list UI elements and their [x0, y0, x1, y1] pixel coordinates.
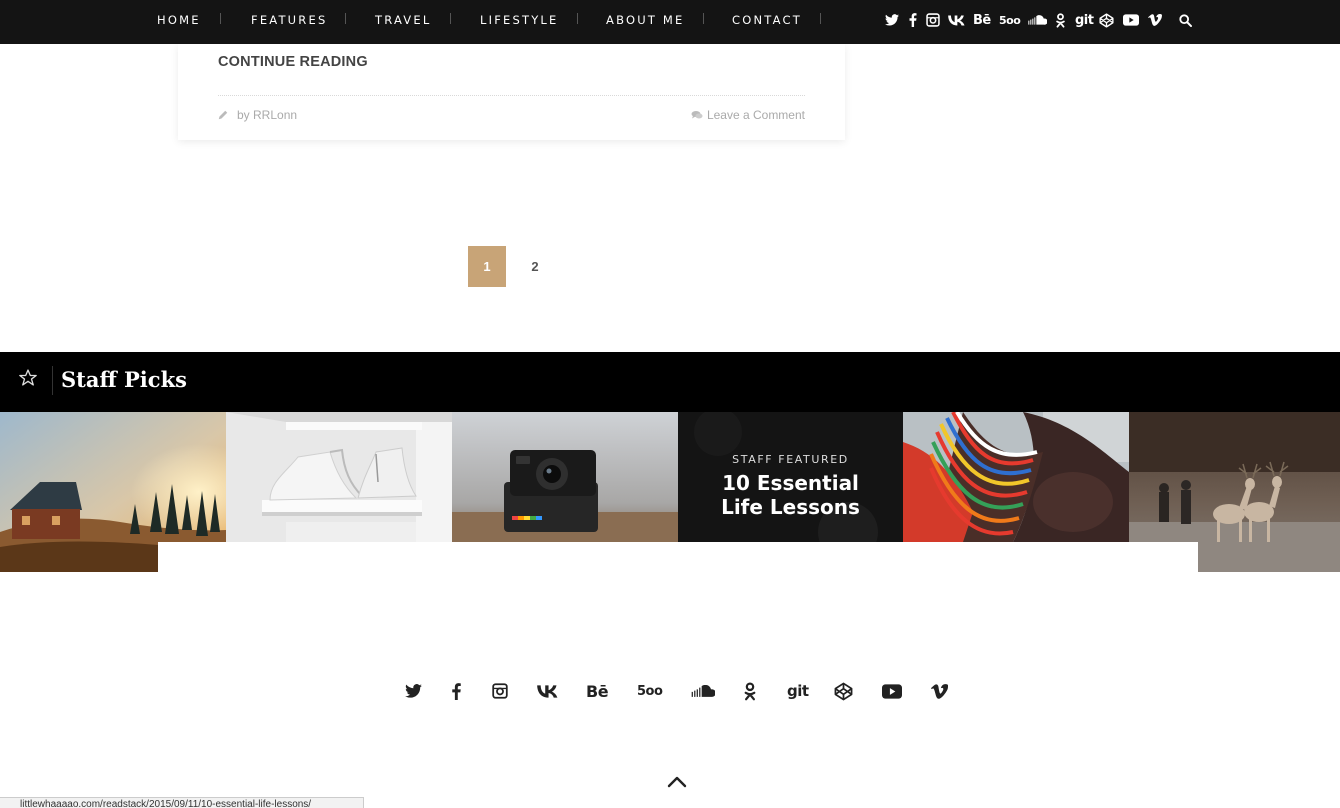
nav-item-features[interactable]: FEATURES [251, 0, 327, 40]
youtube-icon[interactable] [882, 681, 902, 701]
nav-separator [577, 13, 578, 24]
post-card: CONTINUE READING by RRLonn Leave a Comme… [178, 44, 845, 140]
leave-comment-link[interactable]: Leave a Comment [691, 108, 805, 122]
behance-icon[interactable]: Bē [586, 681, 609, 701]
staff-picks-divider [52, 366, 53, 395]
instagram-icon[interactable] [492, 681, 508, 701]
pagination-page-2[interactable]: 2 [516, 246, 554, 287]
author-link[interactable]: by RRLonn [237, 108, 297, 122]
staff-pick-tile-sneakers[interactable] [226, 412, 452, 542]
card-divider [218, 95, 805, 96]
post-byline: by RRLonn [218, 108, 297, 122]
nav-separator [345, 13, 346, 24]
featured-overlay: STAFF FEATURED 10 Essential Life Lessons [678, 412, 903, 542]
soundcloud-icon[interactable] [690, 681, 715, 701]
codepen-icon[interactable] [1099, 10, 1114, 30]
nav-separator [703, 13, 704, 24]
staff-picks-bottom-panel [158, 542, 1198, 572]
star-icon [18, 368, 38, 388]
codepen-icon[interactable] [834, 681, 853, 701]
nav-item-travel[interactable]: TRAVEL [375, 0, 431, 40]
featured-title-line-1: 10 Essential [722, 471, 859, 495]
top-navigation-bar: HOME FEATURES TRAVEL LIFESTYLE ABOUT ME … [0, 0, 1340, 44]
pencil-icon [218, 110, 228, 120]
youtube-icon[interactable] [1123, 10, 1139, 30]
twitter-icon[interactable] [885, 10, 899, 30]
leave-comment-label: Leave a Comment [706, 108, 805, 122]
nav-item-contact[interactable]: CONTACT [732, 0, 802, 40]
facebook-icon[interactable] [909, 10, 917, 30]
500px-icon[interactable]: 5oo [999, 10, 1021, 30]
browser-status-url: littlewhaaaao.com/readstack/2015/09/11/1… [0, 797, 364, 808]
git-icon[interactable]: git [787, 681, 809, 701]
staff-pick-tile-camera[interactable] [452, 412, 678, 542]
search-icon[interactable] [1179, 10, 1192, 30]
vimeo-icon[interactable] [931, 681, 948, 701]
nav-item-lifestyle[interactable]: LIFESTYLE [480, 0, 559, 40]
continue-reading-link[interactable]: CONTINUE READING [218, 54, 368, 70]
staff-picks-title: Staff Picks [61, 367, 187, 392]
comments-icon [691, 110, 703, 120]
chevron-up-icon[interactable] [667, 776, 687, 788]
nav-separator [450, 13, 451, 24]
nav-item-home[interactable]: HOME [157, 0, 201, 40]
instagram-icon[interactable] [926, 10, 940, 30]
git-icon[interactable]: git [1075, 10, 1094, 30]
odnoklassniki-icon[interactable] [744, 681, 756, 701]
twitter-icon[interactable] [405, 681, 422, 701]
nav-separator [820, 13, 821, 24]
soundcloud-icon[interactable] [1027, 10, 1047, 30]
vk-icon[interactable] [948, 10, 965, 30]
featured-kicker: STAFF FEATURED [732, 453, 849, 466]
staff-picks-header [0, 352, 1340, 412]
500px-icon[interactable]: 5oo [637, 681, 663, 701]
nav-separator [220, 13, 221, 24]
staff-pick-tile-beads[interactable] [903, 412, 1129, 542]
vimeo-icon[interactable] [1148, 10, 1162, 30]
featured-title[interactable]: 10 Essential Life Lessons [678, 471, 903, 519]
pagination-page-1[interactable]: 1 [468, 246, 506, 287]
facebook-icon[interactable] [452, 681, 461, 701]
nav-item-about-me[interactable]: ABOUT ME [606, 0, 685, 40]
behance-icon[interactable]: Bē [973, 10, 991, 30]
vk-icon[interactable] [537, 681, 558, 701]
odnoklassniki-icon[interactable] [1055, 10, 1066, 30]
featured-title-line-2: Life Lessons [721, 495, 860, 519]
